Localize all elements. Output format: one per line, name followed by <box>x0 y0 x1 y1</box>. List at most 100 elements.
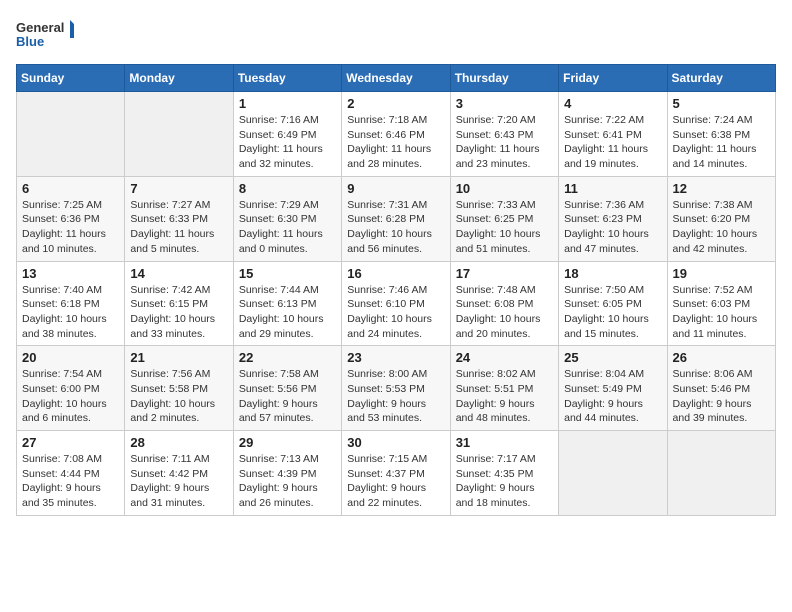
day-number: 20 <box>22 350 119 365</box>
day-info: Sunrise: 7:56 AM Sunset: 5:58 PM Dayligh… <box>130 367 227 426</box>
calendar-cell: 19 Sunrise: 7:52 AM Sunset: 6:03 PM Dayli… <box>667 261 775 346</box>
day-info: Sunrise: 7:08 AM Sunset: 4:44 PM Dayligh… <box>22 452 119 511</box>
day-number: 4 <box>564 96 661 111</box>
calendar-cell: 23 Sunrise: 8:00 AM Sunset: 5:53 PM Dayli… <box>342 346 450 431</box>
day-info: Sunrise: 8:00 AM Sunset: 5:53 PM Dayligh… <box>347 367 444 426</box>
calendar-cell <box>559 431 667 516</box>
day-info: Sunrise: 8:02 AM Sunset: 5:51 PM Dayligh… <box>456 367 553 426</box>
calendar-cell: 11 Sunrise: 7:36 AM Sunset: 6:23 PM Dayli… <box>559 176 667 261</box>
day-number: 14 <box>130 266 227 281</box>
day-info: Sunrise: 7:46 AM Sunset: 6:10 PM Dayligh… <box>347 283 444 342</box>
weekday-thursday: Thursday <box>450 65 558 92</box>
calendar-cell: 3Sunrise: 7:20 AM Sunset: 6:43 PM Daylig… <box>450 92 558 177</box>
day-info: Sunrise: 7:58 AM Sunset: 5:56 PM Dayligh… <box>239 367 336 426</box>
day-info: Sunrise: 7:11 AM Sunset: 4:42 PM Dayligh… <box>130 452 227 511</box>
day-number: 27 <box>22 435 119 450</box>
calendar-cell: 5 Sunrise: 7:24 AM Sunset: 6:38 PM Daylig… <box>667 92 775 177</box>
day-info: Sunrise: 7:50 AM Sunset: 6:05 PM Dayligh… <box>564 283 661 342</box>
day-number: 16 <box>347 266 444 281</box>
day-number: 6 <box>22 181 119 196</box>
day-info: Sunrise: 7:20 AM Sunset: 6:43 PM Dayligh… <box>456 113 553 172</box>
calendar-cell: 25 Sunrise: 8:04 AM Sunset: 5:49 PM Dayli… <box>559 346 667 431</box>
calendar-cell: 29 Sunrise: 7:13 AM Sunset: 4:39 PM Dayli… <box>233 431 341 516</box>
day-number: 1 <box>239 96 336 111</box>
calendar-cell: 10 Sunrise: 7:33 AM Sunset: 6:25 PM Dayli… <box>450 176 558 261</box>
calendar-cell: 9Sunrise: 7:31 AM Sunset: 6:28 PM Daylig… <box>342 176 450 261</box>
day-info: Sunrise: 7:40 AM Sunset: 6:18 PM Dayligh… <box>22 283 119 342</box>
calendar-cell: 8Sunrise: 7:29 AM Sunset: 6:30 PM Daylig… <box>233 176 341 261</box>
calendar-cell <box>17 92 125 177</box>
day-info: Sunrise: 8:04 AM Sunset: 5:49 PM Dayligh… <box>564 367 661 426</box>
day-number: 31 <box>456 435 553 450</box>
day-number: 10 <box>456 181 553 196</box>
day-number: 30 <box>347 435 444 450</box>
day-info: Sunrise: 7:44 AM Sunset: 6:13 PM Dayligh… <box>239 283 336 342</box>
weekday-sunday: Sunday <box>17 65 125 92</box>
page-header: General Blue <box>16 16 776 56</box>
day-info: Sunrise: 7:27 AM Sunset: 6:33 PM Dayligh… <box>130 198 227 257</box>
day-number: 22 <box>239 350 336 365</box>
calendar-cell: 30 Sunrise: 7:15 AM Sunset: 4:37 PM Dayli… <box>342 431 450 516</box>
calendar-cell: 24 Sunrise: 8:02 AM Sunset: 5:51 PM Dayli… <box>450 346 558 431</box>
calendar-cell <box>667 431 775 516</box>
calendar-table: SundayMondayTuesdayWednesdayThursdayFrid… <box>16 64 776 516</box>
day-number: 11 <box>564 181 661 196</box>
day-number: 5 <box>673 96 770 111</box>
calendar-cell: 18Sunrise: 7:50 AM Sunset: 6:05 PM Dayli… <box>559 261 667 346</box>
day-number: 28 <box>130 435 227 450</box>
logo: General Blue <box>16 16 76 56</box>
calendar-cell: 13Sunrise: 7:40 AM Sunset: 6:18 PM Dayli… <box>17 261 125 346</box>
day-info: Sunrise: 7:22 AM Sunset: 6:41 PM Dayligh… <box>564 113 661 172</box>
calendar-cell: 20 Sunrise: 7:54 AM Sunset: 6:00 PM Dayli… <box>17 346 125 431</box>
calendar-cell: 26Sunrise: 8:06 AM Sunset: 5:46 PM Dayli… <box>667 346 775 431</box>
weekday-wednesday: Wednesday <box>342 65 450 92</box>
svg-text:General: General <box>16 20 64 35</box>
week-row-0: 1Sunrise: 7:16 AM Sunset: 6:49 PM Daylig… <box>17 92 776 177</box>
week-row-1: 6 Sunrise: 7:25 AM Sunset: 6:36 PM Daylig… <box>17 176 776 261</box>
week-row-2: 13Sunrise: 7:40 AM Sunset: 6:18 PM Dayli… <box>17 261 776 346</box>
day-number: 25 <box>564 350 661 365</box>
day-number: 24 <box>456 350 553 365</box>
day-info: Sunrise: 7:52 AM Sunset: 6:03 PM Dayligh… <box>673 283 770 342</box>
day-number: 8 <box>239 181 336 196</box>
weekday-saturday: Saturday <box>667 65 775 92</box>
calendar-cell: 28 Sunrise: 7:11 AM Sunset: 4:42 PM Dayli… <box>125 431 233 516</box>
day-info: Sunrise: 7:33 AM Sunset: 6:25 PM Dayligh… <box>456 198 553 257</box>
day-number: 2 <box>347 96 444 111</box>
day-number: 19 <box>673 266 770 281</box>
week-row-3: 20 Sunrise: 7:54 AM Sunset: 6:00 PM Dayli… <box>17 346 776 431</box>
calendar-cell: 17Sunrise: 7:48 AM Sunset: 6:08 PM Dayli… <box>450 261 558 346</box>
day-number: 7 <box>130 181 227 196</box>
day-info: Sunrise: 7:24 AM Sunset: 6:38 PM Dayligh… <box>673 113 770 172</box>
calendar-cell: 14Sunrise: 7:42 AM Sunset: 6:15 PM Dayli… <box>125 261 233 346</box>
day-number: 21 <box>130 350 227 365</box>
day-info: Sunrise: 7:15 AM Sunset: 4:37 PM Dayligh… <box>347 452 444 511</box>
weekday-header-row: SundayMondayTuesdayWednesdayThursdayFrid… <box>17 65 776 92</box>
weekday-friday: Friday <box>559 65 667 92</box>
day-info: Sunrise: 7:54 AM Sunset: 6:00 PM Dayligh… <box>22 367 119 426</box>
calendar-cell: 2 Sunrise: 7:18 AM Sunset: 6:46 PM Daylig… <box>342 92 450 177</box>
calendar-cell: 31 Sunrise: 7:17 AM Sunset: 4:35 PM Dayli… <box>450 431 558 516</box>
calendar-cell: 4 Sunrise: 7:22 AM Sunset: 6:41 PM Daylig… <box>559 92 667 177</box>
calendar-cell: 1Sunrise: 7:16 AM Sunset: 6:49 PM Daylig… <box>233 92 341 177</box>
day-info: Sunrise: 8:06 AM Sunset: 5:46 PM Dayligh… <box>673 367 770 426</box>
day-number: 23 <box>347 350 444 365</box>
svg-text:Blue: Blue <box>16 34 44 49</box>
calendar-cell: 15Sunrise: 7:44 AM Sunset: 6:13 PM Dayli… <box>233 261 341 346</box>
calendar-cell: 7 Sunrise: 7:27 AM Sunset: 6:33 PM Daylig… <box>125 176 233 261</box>
day-info: Sunrise: 7:36 AM Sunset: 6:23 PM Dayligh… <box>564 198 661 257</box>
calendar-cell: 16 Sunrise: 7:46 AM Sunset: 6:10 PM Dayli… <box>342 261 450 346</box>
calendar-cell: 27 Sunrise: 7:08 AM Sunset: 4:44 PM Dayli… <box>17 431 125 516</box>
day-info: Sunrise: 7:13 AM Sunset: 4:39 PM Dayligh… <box>239 452 336 511</box>
day-info: Sunrise: 7:38 AM Sunset: 6:20 PM Dayligh… <box>673 198 770 257</box>
day-info: Sunrise: 7:18 AM Sunset: 6:46 PM Dayligh… <box>347 113 444 172</box>
day-info: Sunrise: 7:17 AM Sunset: 4:35 PM Dayligh… <box>456 452 553 511</box>
day-info: Sunrise: 7:48 AM Sunset: 6:08 PM Dayligh… <box>456 283 553 342</box>
day-number: 29 <box>239 435 336 450</box>
week-row-4: 27 Sunrise: 7:08 AM Sunset: 4:44 PM Dayli… <box>17 431 776 516</box>
calendar-cell: 12Sunrise: 7:38 AM Sunset: 6:20 PM Dayli… <box>667 176 775 261</box>
calendar-body: 1Sunrise: 7:16 AM Sunset: 6:49 PM Daylig… <box>17 92 776 516</box>
weekday-tuesday: Tuesday <box>233 65 341 92</box>
day-info: Sunrise: 7:25 AM Sunset: 6:36 PM Dayligh… <box>22 198 119 257</box>
day-info: Sunrise: 7:31 AM Sunset: 6:28 PM Dayligh… <box>347 198 444 257</box>
